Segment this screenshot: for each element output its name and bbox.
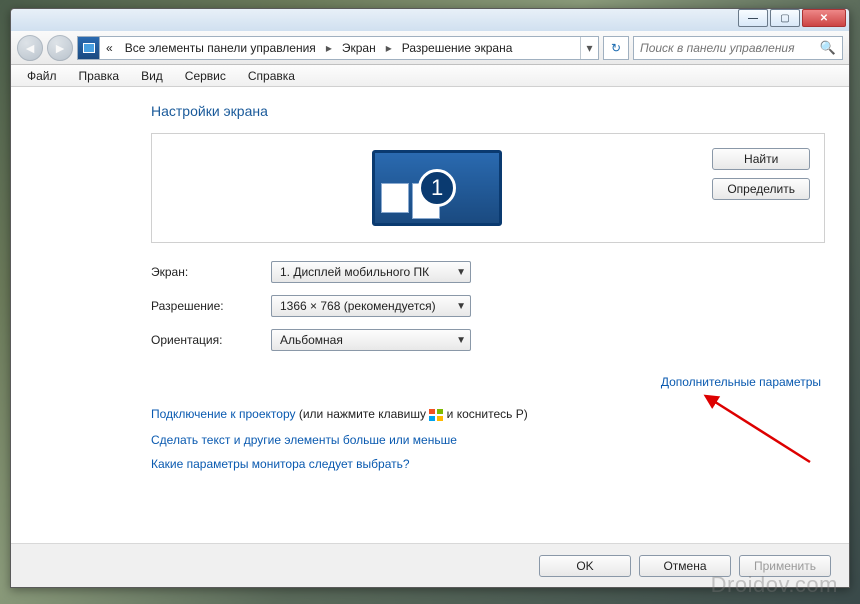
breadcrumb-seg-all[interactable]: Все элементы панели управления <box>119 37 322 59</box>
monitor-thumbnail[interactable]: 1 <box>372 150 502 226</box>
chevron-down-icon: ▼ <box>450 301 466 312</box>
monitor-number: 1 <box>418 169 456 207</box>
refresh-button[interactable]: ↻ <box>603 36 629 60</box>
display-combo[interactable]: 1. Дисплей мобильного ПК ▼ <box>271 261 471 283</box>
display-combo-value: 1. Дисплей мобильного ПК <box>280 265 450 279</box>
breadcrumb-seg-screen[interactable]: Экран <box>336 37 382 59</box>
chevron-right-icon: ▸ <box>322 37 336 59</box>
breadcrumb-dropdown[interactable]: ▾ <box>580 37 598 59</box>
resolution-combo[interactable]: 1366 × 768 (рекомендуется) ▼ <box>271 295 471 317</box>
windows-logo-icon <box>429 409 443 421</box>
display-preview-panel: 1 Найти Определить <box>151 133 825 243</box>
maximize-button[interactable] <box>770 9 800 27</box>
menu-service[interactable]: Сервис <box>175 67 236 85</box>
menu-edit[interactable]: Правка <box>69 67 130 85</box>
chevron-down-icon: ▼ <box>450 267 466 278</box>
chevron-down-icon: ▼ <box>450 335 466 346</box>
resolution-label: Разрешение: <box>151 299 271 313</box>
navigation-bar: ◄ ► « Все элементы панели управления ▸ Э… <box>11 31 849 65</box>
search-input[interactable] <box>640 41 820 55</box>
display-preview[interactable]: 1 <box>162 144 712 232</box>
breadcrumb-back-chevron[interactable]: « <box>100 37 119 59</box>
chevron-right-icon: ▸ <box>382 37 396 59</box>
title-bar <box>11 9 849 31</box>
projector-hint-1: (или нажмите клавишу <box>296 407 430 421</box>
menu-help[interactable]: Справка <box>238 67 305 85</box>
minimize-button[interactable] <box>738 9 768 27</box>
ok-button[interactable]: OK <box>539 555 631 577</box>
forward-button[interactable]: ► <box>47 35 73 61</box>
orientation-combo-value: Альбомная <box>280 333 450 347</box>
breadcrumb-seg-resolution[interactable]: Разрешение экрана <box>396 37 519 59</box>
control-panel-window: ◄ ► « Все элементы панели управления ▸ Э… <box>10 8 850 588</box>
location-icon <box>78 37 100 59</box>
advanced-link-row: Дополнительные параметры <box>151 375 825 389</box>
watermark: Droidov.com <box>711 572 838 598</box>
search-icon[interactable]: 🔍 <box>820 40 836 56</box>
display-label: Экран: <box>151 265 271 279</box>
menu-file[interactable]: Файл <box>17 67 67 85</box>
page-title: Настройки экрана <box>151 103 825 119</box>
orientation-label: Ориентация: <box>151 333 271 347</box>
find-button[interactable]: Найти <box>712 148 810 170</box>
content-area: Настройки экрана 1 Найти Определить Экра… <box>11 87 849 543</box>
settings-grid: Экран: 1. Дисплей мобильного ПК ▼ Разреш… <box>151 261 825 351</box>
panel-buttons: Найти Определить <box>712 144 814 232</box>
search-box[interactable]: 🔍 <box>633 36 843 60</box>
projector-link[interactable]: Подключение к проектору <box>151 407 296 421</box>
text-size-link[interactable]: Сделать текст и другие элементы больше и… <box>151 433 825 447</box>
menu-bar: Файл Правка Вид Сервис Справка <box>11 65 849 87</box>
detect-button[interactable]: Определить <box>712 178 810 200</box>
which-params-link[interactable]: Какие параметры монитора следует выбрать… <box>151 457 825 471</box>
bottom-links: Сделать текст и другие элементы больше и… <box>151 433 825 471</box>
back-button[interactable]: ◄ <box>17 35 43 61</box>
projector-hint-2: и коснитесь P) <box>443 407 527 421</box>
breadcrumb[interactable]: « Все элементы панели управления ▸ Экран… <box>77 36 599 60</box>
projector-line: Подключение к проектору (или нажмите кла… <box>151 407 825 421</box>
advanced-settings-link[interactable]: Дополнительные параметры <box>661 375 821 389</box>
menu-view[interactable]: Вид <box>131 67 173 85</box>
resolution-combo-value: 1366 × 768 (рекомендуется) <box>280 299 450 313</box>
orientation-combo[interactable]: Альбомная ▼ <box>271 329 471 351</box>
close-button[interactable] <box>802 9 846 27</box>
